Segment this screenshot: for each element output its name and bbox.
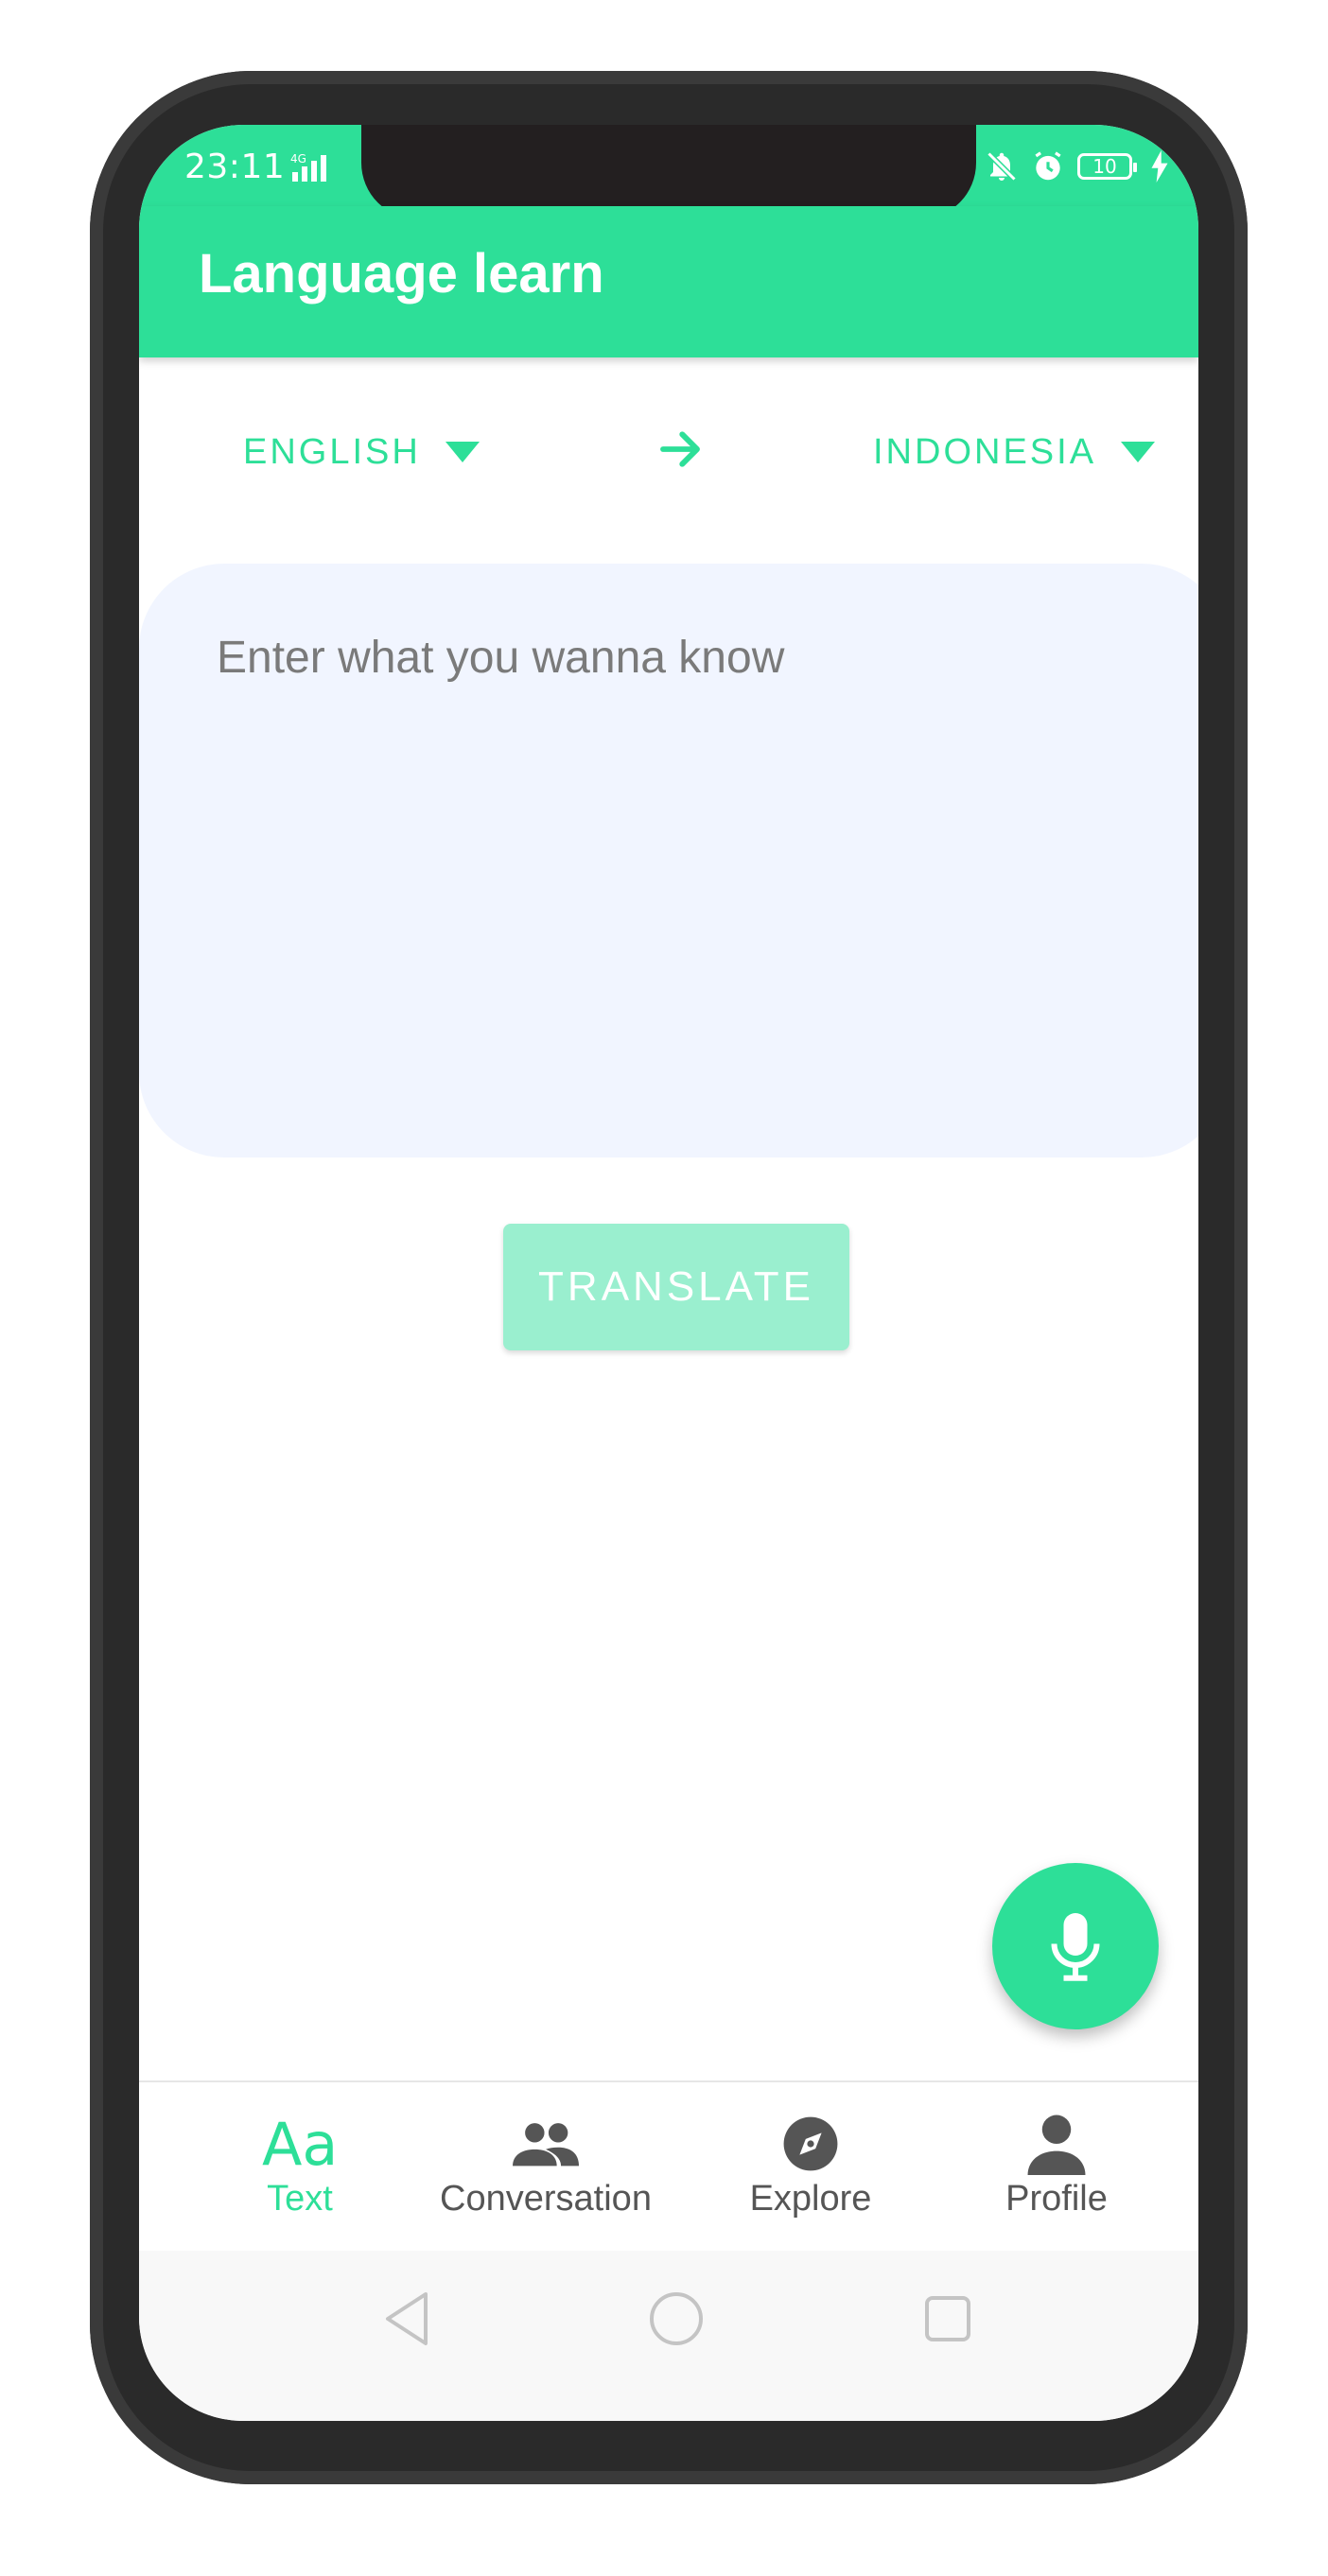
bell-off-icon <box>987 151 1017 182</box>
people-icon <box>513 2111 579 2177</box>
compass-icon <box>781 2111 840 2177</box>
svg-text:Aa: Aa <box>262 2114 338 2174</box>
battery-icon: 10 <box>1077 153 1137 180</box>
text-input[interactable] <box>215 630 1117 1088</box>
microphone-icon <box>1051 1913 1100 1981</box>
app-screen: 23:11 4G 10 Language learn ENGLISH INDON… <box>139 125 1198 2421</box>
nav-item-text[interactable]: Aa Text <box>215 2082 385 2253</box>
cell-signal-icon: 4G <box>290 152 326 182</box>
charging-icon <box>1151 150 1168 183</box>
system-navigation-bar <box>139 2251 1198 2421</box>
microphone-button[interactable] <box>992 1863 1159 2029</box>
nav-item-explore[interactable]: Explore <box>725 2082 896 2253</box>
status-icons: 10 <box>985 148 1170 185</box>
language-selector-row: ENGLISH INDONESIA <box>139 357 1198 547</box>
nav-label-explore: Explore <box>749 2179 872 2219</box>
arrow-right-icon[interactable] <box>655 424 706 475</box>
text-aa-icon: Aa <box>262 2111 338 2177</box>
nav-label-text: Text <box>267 2179 333 2219</box>
svg-text:4G: 4G <box>290 152 306 165</box>
source-language-dropdown[interactable]: ENGLISH <box>243 357 480 547</box>
source-language-label: ENGLISH <box>243 431 421 472</box>
translate-button[interactable]: TRANSLATE <box>503 1224 849 1350</box>
nav-label-conversation: Conversation <box>440 2179 652 2219</box>
nav-label-profile: Profile <box>1005 2179 1108 2219</box>
app-bar: Language learn <box>139 206 1198 357</box>
nav-item-profile[interactable]: Profile <box>971 2082 1142 2253</box>
recents-icon[interactable] <box>924 2290 971 2347</box>
target-language-dropdown[interactable]: INDONESIA <box>873 357 1156 547</box>
home-icon[interactable] <box>648 2290 705 2347</box>
back-icon[interactable] <box>380 2290 433 2347</box>
alarm-icon <box>1035 151 1061 181</box>
target-language-label: INDONESIA <box>873 431 1097 472</box>
caret-down-icon <box>445 442 480 462</box>
bottom-navigation: Aa Text Conversation Explore Profile <box>139 2080 1198 2253</box>
text-input-card <box>139 564 1198 1157</box>
person-icon <box>1027 2111 1086 2177</box>
status-time: 23:11 <box>184 148 286 186</box>
nav-item-conversation[interactable]: Conversation <box>423 2082 669 2253</box>
caret-down-icon <box>1121 442 1156 462</box>
app-title: Language learn <box>199 243 604 305</box>
camera-notch <box>361 125 976 219</box>
battery-level: 10 <box>1092 155 1117 178</box>
